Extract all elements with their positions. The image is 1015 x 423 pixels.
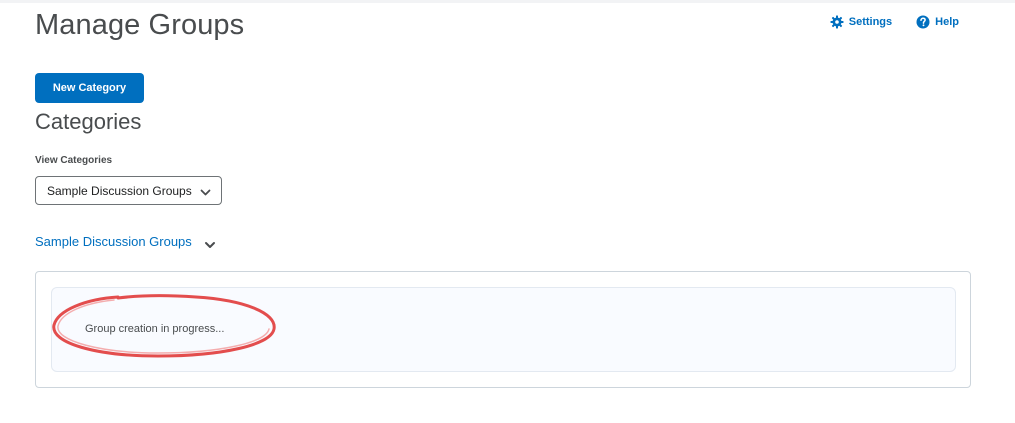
chevron-down-icon (200, 186, 211, 196)
header-links: Settings Help (830, 15, 959, 29)
status-panel: Group creation in progress... (51, 287, 956, 372)
new-category-button[interactable]: New Category (35, 73, 144, 103)
chevron-down-icon (204, 238, 216, 248)
top-border (0, 0, 1015, 3)
group-card: Group creation in progress... (35, 271, 971, 388)
group-name: Sample Discussion Groups (35, 234, 192, 249)
gear-icon (830, 15, 844, 29)
view-categories-label: View Categories (35, 155, 113, 166)
page-title: Manage Groups (35, 9, 245, 41)
settings-link[interactable]: Settings (830, 15, 892, 29)
help-link[interactable]: Help (916, 15, 959, 29)
settings-label: Settings (848, 16, 893, 28)
view-categories-select[interactable]: Sample Discussion Groups (35, 176, 222, 205)
group-toggle-link[interactable]: Sample Discussion Groups (35, 234, 216, 249)
select-value: Sample Discussion Groups (47, 183, 192, 198)
group-status-text: Group creation in progress... (85, 323, 225, 335)
categories-heading: Categories (35, 109, 142, 134)
help-label: Help (935, 16, 959, 28)
help-icon (916, 15, 930, 29)
